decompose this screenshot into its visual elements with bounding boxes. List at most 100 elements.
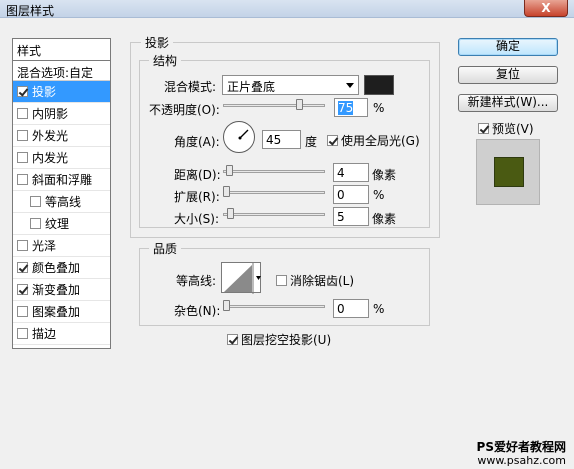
noise-input[interactable]: 0 bbox=[333, 299, 369, 318]
knockout-label: 图层挖空投影(U) bbox=[241, 333, 332, 347]
global-light-label: 使用全局光(G) bbox=[341, 134, 420, 148]
chevron-down-icon bbox=[346, 83, 354, 88]
close-icon: X bbox=[541, 1, 551, 15]
preview-label: 预览(V) bbox=[492, 122, 534, 136]
noise-slider[interactable] bbox=[223, 305, 325, 308]
style-item-label: 纹理 bbox=[45, 217, 70, 231]
opacity-label: 不透明度(O): bbox=[149, 103, 220, 117]
preview-check-icon bbox=[478, 123, 489, 134]
watermark-url: www.psahz.com bbox=[477, 454, 566, 467]
style-item[interactable]: 内发光 bbox=[13, 147, 110, 169]
style-item[interactable]: 颜色叠加 bbox=[13, 257, 110, 279]
reset-button[interactable]: 复位 bbox=[458, 66, 558, 84]
style-item[interactable]: 纹理 bbox=[13, 213, 110, 235]
size-slider-thumb[interactable] bbox=[227, 208, 234, 219]
blend-mode-label: 混合模式: bbox=[164, 80, 217, 94]
style-item[interactable]: 内阴影 bbox=[13, 103, 110, 125]
style-item-label: 斜面和浮雕 bbox=[32, 173, 93, 187]
ok-button[interactable]: 确定 bbox=[458, 38, 558, 56]
title-bar: 图层样式 X bbox=[0, 0, 574, 18]
close-button[interactable]: X bbox=[524, 0, 568, 17]
style-item[interactable]: 斜面和浮雕 bbox=[13, 169, 110, 191]
spread-slider-thumb[interactable] bbox=[223, 186, 230, 197]
distance-slider[interactable] bbox=[223, 170, 325, 173]
style-item-label: 投影 bbox=[32, 85, 57, 99]
size-slider[interactable] bbox=[223, 213, 325, 216]
size-input[interactable]: 5 bbox=[333, 207, 369, 226]
angle-needle-icon bbox=[238, 129, 249, 140]
opacity-slider[interactable] bbox=[223, 104, 325, 107]
distance-unit: 像素 bbox=[372, 168, 397, 182]
blend-mode-select[interactable]: 正片叠底 bbox=[222, 75, 359, 95]
spread-input[interactable]: 0 bbox=[333, 185, 369, 204]
window-title: 图层样式 bbox=[6, 4, 55, 18]
preview-checkbox[interactable]: 预览(V) bbox=[478, 120, 534, 137]
style-item-checkbox[interactable] bbox=[17, 262, 28, 273]
style-item[interactable]: 外发光 bbox=[13, 125, 110, 147]
style-item-checkbox[interactable] bbox=[17, 306, 28, 317]
style-item-checkbox[interactable] bbox=[17, 130, 28, 141]
opacity-slider-thumb[interactable] bbox=[295, 99, 303, 110]
shadow-color-swatch[interactable] bbox=[364, 75, 394, 95]
style-item-label: 渐变叠加 bbox=[32, 283, 81, 297]
style-item-label: 内发光 bbox=[32, 151, 69, 165]
opacity-input[interactable]: 75 bbox=[334, 98, 368, 117]
watermark-title: PS爱好者教程网 bbox=[476, 440, 566, 454]
antialias-check-icon bbox=[276, 275, 287, 286]
quality-title: 品质 bbox=[149, 240, 182, 257]
style-item-label: 内阴影 bbox=[32, 107, 69, 121]
style-item-checkbox[interactable] bbox=[17, 152, 28, 163]
style-item-checkbox[interactable] bbox=[17, 328, 28, 339]
structure-title: 结构 bbox=[149, 52, 182, 69]
contour-label: 等高线: bbox=[176, 274, 217, 288]
style-item-checkbox[interactable] bbox=[30, 196, 41, 207]
style-item-label: 光泽 bbox=[32, 239, 57, 253]
style-item[interactable]: 渐变叠加 bbox=[13, 279, 110, 301]
preview-swatch bbox=[494, 157, 524, 187]
distance-slider-thumb[interactable] bbox=[226, 165, 233, 176]
style-item-checkbox[interactable] bbox=[30, 218, 41, 229]
contour-picker[interactable] bbox=[221, 262, 261, 294]
angle-label: 角度(A): bbox=[174, 135, 220, 149]
opacity-unit: % bbox=[373, 101, 385, 115]
blend-mode-value: 正片叠底 bbox=[227, 80, 276, 94]
style-items: 投影内阴影外发光内发光斜面和浮雕等高线纹理光泽颜色叠加渐变叠加图案叠加描边 bbox=[13, 81, 110, 345]
style-item[interactable]: 描边 bbox=[13, 323, 110, 345]
style-item-label: 颜色叠加 bbox=[32, 261, 81, 275]
style-item[interactable]: 投影 bbox=[13, 81, 110, 103]
global-light-checkbox[interactable]: 使用全局光(G) bbox=[327, 132, 420, 149]
spread-unit: % bbox=[373, 188, 385, 202]
opacity-value: 75 bbox=[338, 101, 354, 115]
style-item-label: 图案叠加 bbox=[32, 305, 81, 319]
distance-label: 距离(D): bbox=[174, 168, 221, 182]
antialias-label: 消除锯齿(L) bbox=[290, 274, 355, 288]
new-style-button[interactable]: 新建样式(W)... bbox=[458, 94, 558, 112]
drop-shadow-title: 投影 bbox=[141, 34, 174, 51]
style-item-checkbox[interactable] bbox=[17, 86, 28, 97]
size-label: 大小(S): bbox=[174, 212, 220, 226]
knockout-checkbox[interactable]: 图层挖空投影(U) bbox=[227, 331, 331, 348]
global-light-check-icon bbox=[327, 135, 338, 146]
style-item-checkbox[interactable] bbox=[17, 108, 28, 119]
style-item-label: 描边 bbox=[32, 327, 57, 341]
antialias-checkbox[interactable]: 消除锯齿(L) bbox=[276, 272, 354, 289]
style-item-checkbox[interactable] bbox=[17, 284, 28, 295]
style-item[interactable]: 图案叠加 bbox=[13, 301, 110, 323]
spread-label: 扩展(R): bbox=[174, 190, 220, 204]
noise-label: 杂色(N): bbox=[174, 304, 221, 318]
angle-dial[interactable] bbox=[223, 121, 255, 153]
spread-slider[interactable] bbox=[223, 191, 325, 194]
style-item[interactable]: 等高线 bbox=[13, 191, 110, 213]
style-list: 样式 混合选项:自定 投影内阴影外发光内发光斜面和浮雕等高线纹理光泽颜色叠加渐变… bbox=[12, 38, 111, 349]
angle-input[interactable]: 45 bbox=[262, 130, 301, 149]
blending-options-item[interactable]: 混合选项:自定 bbox=[13, 61, 110, 81]
style-preview bbox=[476, 139, 540, 205]
style-item-checkbox[interactable] bbox=[17, 174, 28, 185]
style-item-checkbox[interactable] bbox=[17, 240, 28, 251]
noise-unit: % bbox=[373, 302, 385, 316]
distance-input[interactable]: 4 bbox=[333, 163, 369, 182]
noise-slider-thumb[interactable] bbox=[223, 300, 230, 311]
style-item-label: 等高线 bbox=[45, 195, 82, 209]
style-list-header[interactable]: 样式 bbox=[13, 39, 110, 61]
style-item[interactable]: 光泽 bbox=[13, 235, 110, 257]
